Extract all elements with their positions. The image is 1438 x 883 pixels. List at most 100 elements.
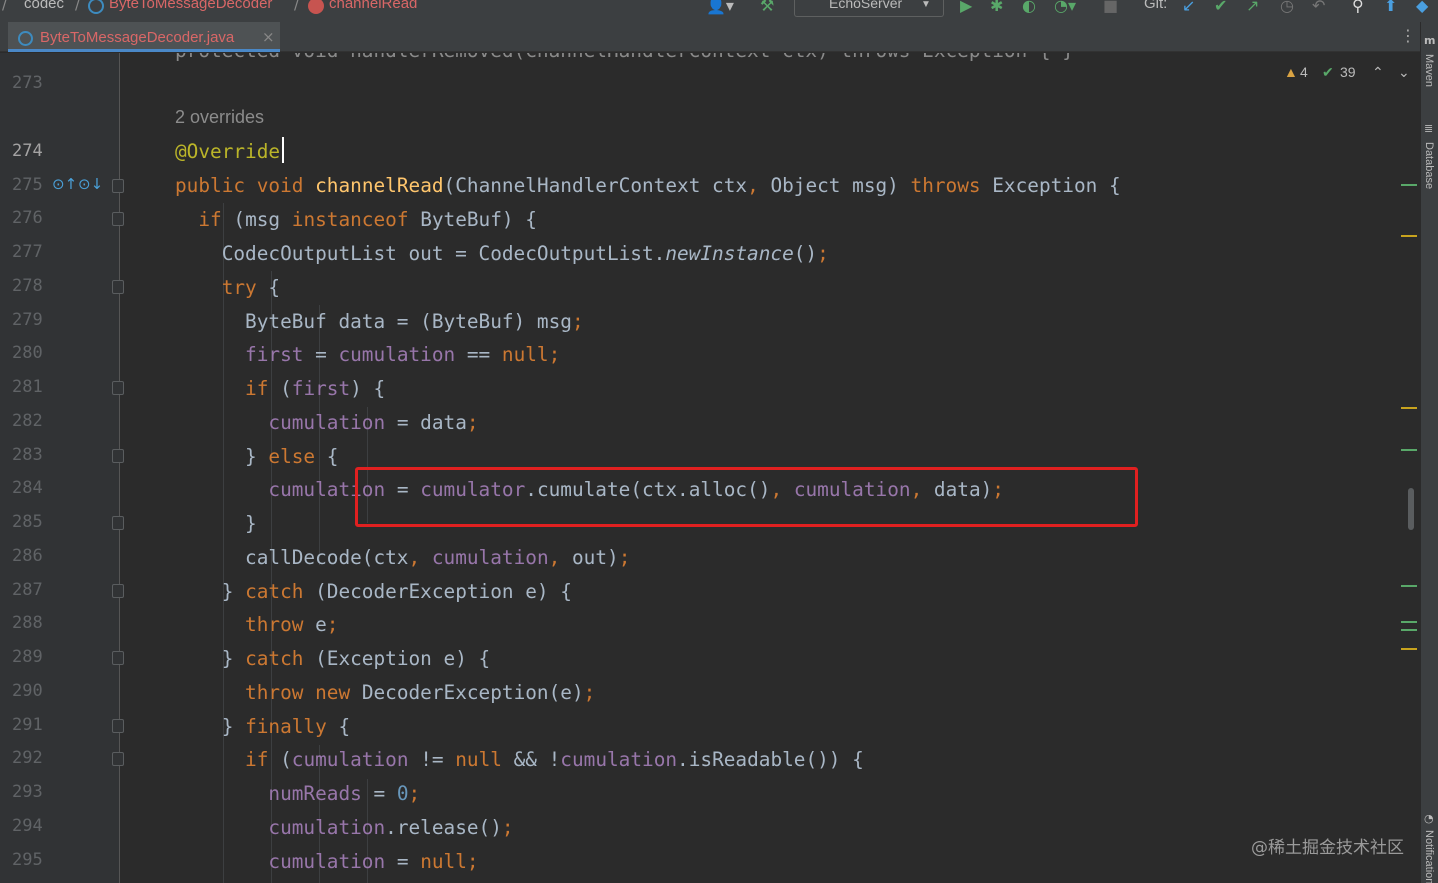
code-line-288: throw e;	[245, 613, 339, 636]
plugin-icon[interactable]: ◆	[1416, 0, 1428, 15]
line-number[interactable]: 291	[12, 715, 52, 735]
maven-tool-button[interactable]: Maven	[1423, 54, 1435, 87]
editor-tabs: ByteToMessageDecoder.java ×	[0, 22, 1420, 52]
stripe-mark	[1401, 235, 1417, 237]
line-number[interactable]: 283	[12, 445, 52, 465]
navigation-bar: / codec / ByteToMessageDecoder / channel…	[0, 0, 1438, 22]
indent-guide	[223, 203, 224, 883]
more-options-icon[interactable]: ⋮	[1400, 28, 1416, 44]
code-line-277: CodecOutputList out = CodecOutputList.ne…	[221, 242, 829, 265]
tab-label: ByteToMessageDecoder.java	[40, 29, 235, 46]
git-push-icon[interactable]: ↗	[1246, 0, 1259, 15]
code-line-274: @Override	[175, 140, 281, 163]
code-line-291: } finally {	[221, 715, 351, 738]
right-tool-bar: m Maven ≣ Database ◔ Notifications	[1420, 22, 1438, 883]
line-number[interactable]: 292	[12, 748, 52, 768]
line-number[interactable]: 281	[12, 377, 52, 397]
highlight-annotation-box	[355, 467, 1138, 527]
watermark: @稀土掘金技术社区	[1251, 838, 1404, 858]
stripe-mark	[1401, 585, 1417, 587]
code-line-281: if (first) {	[245, 377, 386, 400]
database-tool-button[interactable]: Database	[1423, 142, 1435, 189]
line-number[interactable]: 288	[12, 613, 52, 633]
stop-icon[interactable]: ■	[1103, 0, 1118, 15]
chevron-up-icon[interactable]: ⌃	[1372, 64, 1384, 81]
scrollbar-thumb[interactable]	[1408, 488, 1414, 530]
rollback-icon[interactable]: ↶	[1312, 0, 1325, 15]
line-number[interactable]: 294	[12, 816, 52, 836]
line-number[interactable]: 290	[12, 681, 52, 701]
overriding-method-icon[interactable]: ⊙↑	[52, 175, 77, 193]
line-number[interactable]: 284	[12, 478, 52, 498]
code-line-285: }	[245, 512, 257, 535]
update-icon[interactable]: ⬆	[1384, 0, 1397, 15]
stripe-mark	[1401, 621, 1417, 623]
overrides-hint[interactable]: 2 overrides	[175, 107, 264, 128]
line-number[interactable]: 277	[12, 242, 52, 262]
line-number[interactable]: 285	[12, 512, 52, 532]
line-number[interactable]: 287	[12, 580, 52, 600]
user-icon[interactable]: 👤▾	[706, 0, 734, 15]
code-line-293: numReads = 0;	[268, 782, 421, 805]
close-icon[interactable]: ×	[262, 28, 275, 46]
code-line-282: cumulation = data;	[268, 411, 479, 434]
database-icon: ≣	[1424, 122, 1434, 135]
stripe-mark	[1401, 184, 1417, 186]
code-line-287: } catch (DecoderException e) {	[221, 580, 572, 603]
code-line-283: } else {	[245, 445, 339, 468]
line-number[interactable]: 273	[12, 73, 52, 93]
run-config-select[interactable]: EchoServer ▼	[794, 0, 944, 17]
run-config-label: EchoServer	[829, 0, 903, 11]
maven-icon: m	[1424, 34, 1436, 47]
overridden-method-icon[interactable]: ⊙↓	[78, 175, 103, 193]
code-line-280: first = cumulation == null;	[245, 343, 561, 366]
code-editor[interactable]: protected void handlerRemoved(ChannelHan…	[121, 53, 1420, 883]
coverage-icon[interactable]: ◐	[1022, 0, 1036, 15]
code-line-275: public void channelRead(ChannelHandlerCo…	[175, 174, 1121, 197]
breadcrumb-separator: /	[2, 0, 8, 13]
tab-bytetomessagedecoder[interactable]: ByteToMessageDecoder.java ×	[8, 22, 280, 52]
stripe-mark	[1401, 648, 1417, 650]
line-number[interactable]: 286	[12, 546, 52, 566]
notifications-tool-button[interactable]: Notifications	[1423, 830, 1435, 883]
ok-count: 39	[1340, 64, 1356, 80]
run-icon[interactable]: ▶	[960, 0, 972, 15]
line-number[interactable]: 293	[12, 782, 52, 802]
code-line-286: callDecode(ctx, cumulation, out);	[245, 546, 631, 569]
class-icon	[18, 31, 33, 46]
git-update-icon[interactable]: ↙	[1182, 0, 1195, 15]
line-number[interactable]: 279	[12, 310, 52, 330]
code-line-278: try {	[221, 276, 281, 299]
text-caret	[282, 137, 284, 163]
profile-icon[interactable]: ◔▾	[1054, 0, 1076, 15]
error-stripe[interactable]	[1398, 53, 1420, 883]
line-number[interactable]: 282	[12, 411, 52, 431]
line-number[interactable]: 275	[12, 175, 52, 195]
breadcrumb-separator: /	[294, 0, 300, 13]
code-line-294: cumulation.release();	[268, 816, 514, 839]
search-icon[interactable]: ⚲	[1352, 0, 1364, 15]
method-icon	[308, 0, 324, 14]
line-number[interactable]: 278	[12, 276, 52, 296]
breadcrumb-codec[interactable]: codec	[24, 0, 64, 12]
stripe-mark	[1401, 629, 1417, 631]
class-icon	[88, 0, 104, 14]
breadcrumb-method[interactable]: channelRead	[329, 0, 417, 12]
line-number[interactable]: 274	[12, 141, 52, 161]
code-line-276: if (msg instanceof ByteBuf) {	[198, 208, 537, 231]
warning-icon: ▲	[1284, 64, 1298, 80]
git-commit-icon[interactable]: ✔	[1214, 0, 1227, 15]
bell-icon: ◔	[1424, 812, 1434, 825]
code-line-290: throw new DecoderException(e);	[245, 681, 596, 704]
line-number[interactable]: 276	[12, 208, 52, 228]
line-number-gutter[interactable]: 273 274 275 276 277 278 279 280 281 282 283 284 285 2…	[0, 53, 124, 883]
line-number[interactable]: 280	[12, 343, 52, 363]
breadcrumb-class[interactable]: ByteToMessageDecoder	[109, 0, 272, 12]
code-line-289: } catch (Exception e) {	[221, 647, 491, 670]
build-hammer-icon[interactable]: ⚒	[760, 0, 774, 15]
breadcrumb-separator: /	[75, 0, 81, 13]
line-number[interactable]: 295	[12, 850, 52, 870]
line-number[interactable]: 289	[12, 647, 52, 667]
history-icon[interactable]: ◷	[1280, 0, 1294, 15]
debug-icon[interactable]: ✱	[990, 0, 1003, 15]
